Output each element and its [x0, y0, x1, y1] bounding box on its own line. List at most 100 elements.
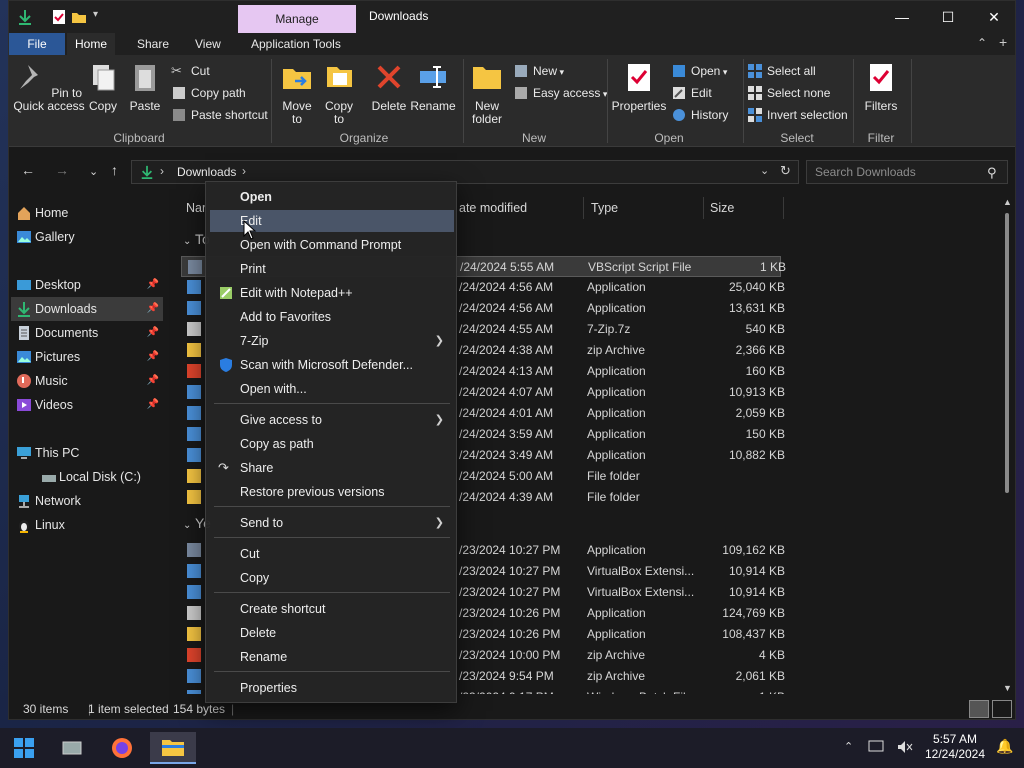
tab-share[interactable]: Share	[129, 33, 177, 55]
taskbar-clock[interactable]: 5:57 AM 12/24/2024	[920, 732, 990, 762]
start-button[interactable]	[4, 732, 44, 764]
scroll-down-arrow-icon[interactable]: ▼	[1003, 683, 1012, 693]
task-view-button[interactable]	[52, 732, 92, 764]
nav-item-gallery[interactable]: Gallery	[11, 225, 163, 249]
column-header-date-modified[interactable]: ate modified	[459, 201, 527, 215]
edit-button[interactable]: Edit	[671, 83, 712, 103]
menu-item-share[interactable]: ↷ Share	[210, 457, 454, 479]
menu-item-print[interactable]: Print	[210, 258, 454, 280]
nav-item-this-pc[interactable]: This PC	[11, 441, 163, 465]
tab-file[interactable]: File	[9, 33, 65, 55]
vertical-scrollbar[interactable]: ▲ ▼	[1002, 197, 1012, 695]
menu-item-copy[interactable]: Copy	[210, 567, 454, 589]
column-divider[interactable]	[783, 197, 784, 219]
menu-item-edit-notepadpp[interactable]: Edit with Notepad++	[210, 282, 454, 304]
nav-item-desktop[interactable]: Desktop 📌	[11, 273, 163, 297]
filters-button[interactable]: Filters	[857, 61, 905, 113]
column-divider[interactable]	[583, 197, 584, 219]
nav-item-documents[interactable]: Documents 📌	[11, 321, 163, 345]
pin-to-quick-access-button[interactable]: Pin to Quick access	[13, 61, 85, 113]
nav-item-network[interactable]: Network	[11, 489, 163, 513]
back-arrow-icon[interactable]: ←	[21, 162, 35, 178]
collapse-ribbon-icon[interactable]: ⌃	[977, 36, 987, 50]
nav-item-local-disk[interactable]: Local Disk (C:)	[11, 465, 163, 489]
menu-item-scan-defender[interactable]: Scan with Microsoft Defender...	[210, 354, 454, 376]
sound-muted-icon[interactable]	[896, 739, 914, 755]
close-button[interactable]: ✕	[971, 1, 1015, 33]
paste-shortcut-button[interactable]: Paste shortcut	[171, 105, 268, 125]
address-history-icon[interactable]: ⌄	[760, 164, 769, 177]
recent-locations-icon[interactable]: ⌄	[89, 165, 98, 178]
pin-icon[interactable]: 📌	[147, 273, 159, 297]
history-button[interactable]: History	[671, 105, 728, 125]
show-hidden-icons-icon[interactable]: ⌃	[844, 740, 853, 753]
customize-quick-access-icon[interactable]: ▾	[93, 9, 98, 20]
menu-item-restore-versions[interactable]: Restore previous versions	[210, 481, 454, 503]
column-header-name[interactable]: Nar	[186, 201, 206, 215]
menu-item-add-favorites[interactable]: Add to Favorites	[210, 306, 454, 328]
cut-button[interactable]: ✂ Cut	[171, 61, 210, 81]
rename-button[interactable]: Rename	[409, 61, 457, 113]
new-folder-button[interactable]: New folder	[467, 61, 507, 126]
nav-item-music[interactable]: Music 📌	[11, 369, 163, 393]
column-header-size[interactable]: Size	[710, 201, 734, 215]
manage-context-tab[interactable]: Manage	[238, 5, 356, 33]
pin-icon[interactable]: 📌	[147, 369, 159, 393]
copy-to-button[interactable]: Copy to	[319, 61, 359, 126]
easy-access-button[interactable]: Easy access ▾	[513, 83, 607, 103]
menu-item-copy-as-path[interactable]: Copy as path	[210, 433, 454, 455]
properties-button[interactable]: Properties	[611, 61, 667, 113]
nav-item-videos[interactable]: Videos 📌	[11, 393, 163, 417]
tab-home[interactable]: Home	[67, 33, 116, 55]
forward-arrow-icon[interactable]: →	[55, 162, 69, 178]
properties-check-icon[interactable]	[51, 9, 67, 25]
select-all-button[interactable]: Select all	[747, 61, 816, 81]
menu-item-create-shortcut[interactable]: Create shortcut	[210, 598, 454, 620]
delete-button[interactable]: Delete	[369, 61, 409, 113]
search-icon[interactable]: ⚲	[987, 165, 997, 181]
details-view-icon[interactable]	[969, 700, 989, 718]
pin-icon[interactable]: 📌	[147, 321, 159, 345]
minimize-button[interactable]: —	[879, 1, 925, 33]
menu-item-open[interactable]: Open	[210, 186, 454, 208]
up-arrow-icon[interactable]: ↑	[111, 162, 118, 178]
nav-item-pictures[interactable]: Pictures 📌	[11, 345, 163, 369]
pin-icon[interactable]: 📌	[147, 345, 159, 369]
scrollbar-thumb[interactable]	[1005, 213, 1009, 493]
breadcrumb-downloads[interactable]: Downloads	[177, 165, 236, 179]
menu-item-send-to[interactable]: Send to ❯	[210, 512, 454, 534]
move-to-button[interactable]: Move to	[277, 61, 317, 126]
tab-view[interactable]: View	[187, 33, 229, 55]
menu-item-properties[interactable]: Properties	[210, 677, 454, 699]
help-plus-icon[interactable]: +	[999, 34, 1007, 50]
menu-item-give-access[interactable]: Give access to ❯	[210, 409, 454, 431]
large-icons-view-icon[interactable]	[992, 700, 1012, 718]
new-item-button[interactable]: New ▾	[513, 61, 564, 81]
network-status-icon[interactable]	[868, 739, 886, 755]
menu-item-delete[interactable]: Delete	[210, 622, 454, 644]
open-button[interactable]: Open ▾	[671, 61, 727, 81]
refresh-icon[interactable]: ↻	[780, 163, 791, 179]
file-explorer-taskbar-button[interactable]	[150, 732, 196, 764]
nav-item-linux[interactable]: Linux	[11, 513, 163, 537]
paste-button[interactable]: Paste	[125, 61, 165, 113]
copy-path-button[interactable]: Copy path	[171, 83, 246, 103]
menu-item-open-with[interactable]: Open with...	[210, 378, 454, 400]
scroll-up-arrow-icon[interactable]: ▲	[1003, 197, 1012, 207]
menu-item-rename[interactable]: Rename	[210, 646, 454, 668]
nav-item-downloads[interactable]: Downloads 📌	[11, 297, 163, 321]
nav-item-home[interactable]: Home	[11, 201, 163, 225]
invert-selection-button[interactable]: Invert selection	[747, 105, 848, 125]
notification-bell-icon[interactable]: 🔔	[996, 738, 1013, 755]
tab-application-tools[interactable]: Application Tools	[243, 33, 349, 55]
new-folder-icon[interactable]	[71, 9, 87, 25]
copy-button[interactable]: Copy	[85, 61, 121, 113]
pin-icon[interactable]: 📌	[147, 297, 159, 321]
maximize-button[interactable]: ☐	[925, 1, 971, 33]
column-divider[interactable]	[703, 197, 704, 219]
menu-item-7zip[interactable]: 7-Zip ❯	[210, 330, 454, 352]
firefox-taskbar-button[interactable]	[102, 732, 142, 764]
breadcrumb-chevron-icon[interactable]: ›	[242, 164, 246, 178]
pin-icon[interactable]: 📌	[147, 393, 159, 417]
search-input[interactable]: Search Downloads	[806, 160, 1008, 184]
